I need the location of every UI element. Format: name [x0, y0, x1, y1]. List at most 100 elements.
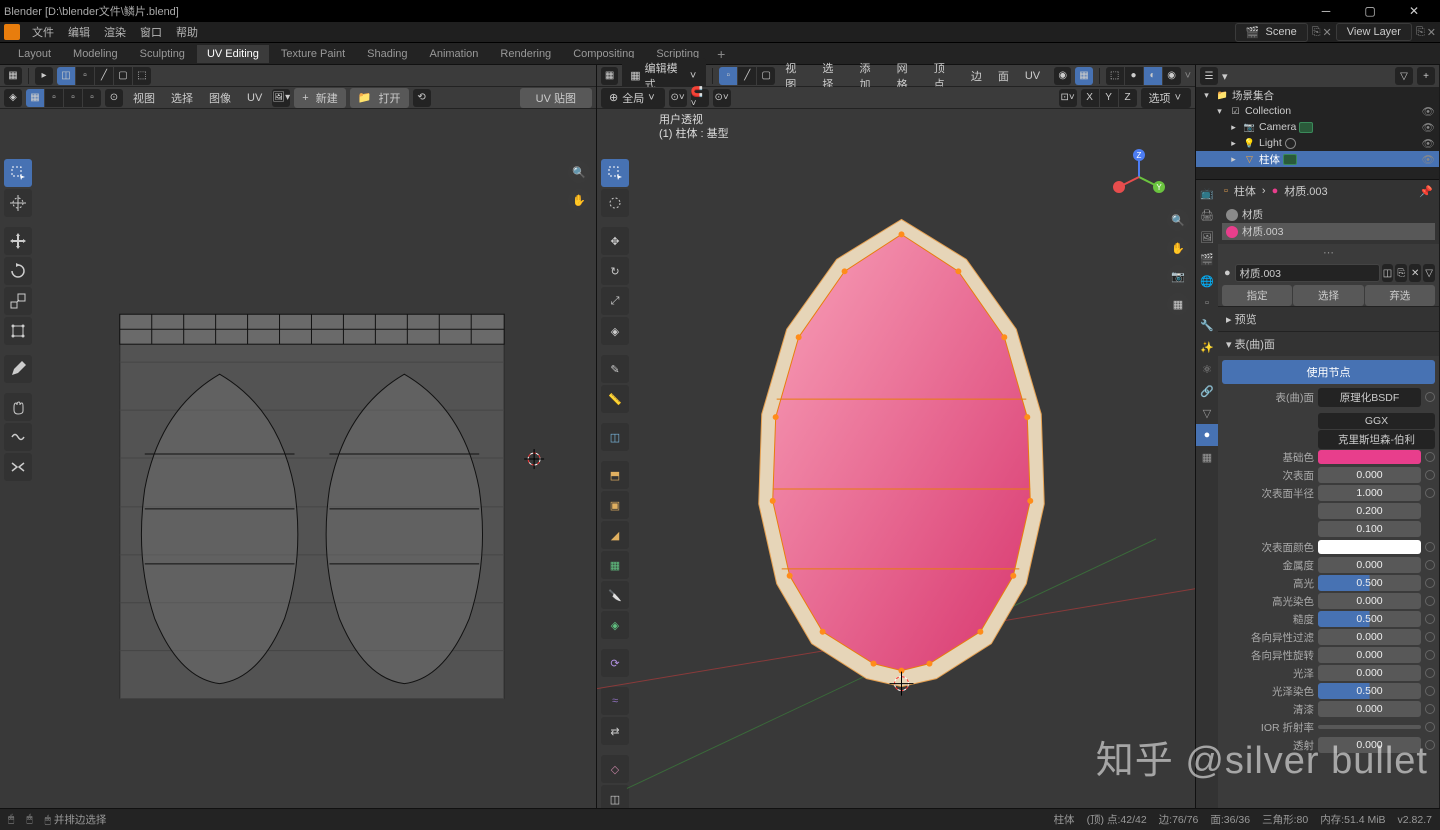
unlink-image-icon[interactable]: ⟲: [413, 89, 431, 107]
pivot-icon[interactable]: ⊙˅: [669, 89, 687, 107]
particle-tab-icon[interactable]: ✨: [1196, 336, 1218, 358]
select-button[interactable]: 选择: [1293, 285, 1363, 306]
menu-help[interactable]: 帮助: [170, 22, 204, 42]
link-dot[interactable]: [1425, 542, 1435, 552]
uv-snap4-icon[interactable]: ▫: [83, 89, 101, 107]
orientation-selector[interactable]: ⊕ 全局 ˅: [601, 88, 665, 108]
outliner-type-icon[interactable]: ☰: [1200, 67, 1218, 85]
render-tab-icon[interactable]: 📺: [1196, 182, 1218, 204]
value-slider[interactable]: 0.000: [1318, 701, 1421, 717]
link-dot[interactable]: [1425, 392, 1435, 402]
editor-type-icon[interactable]: ▦: [601, 67, 618, 85]
ws-sculpting[interactable]: Sculpting: [130, 45, 195, 63]
color-swatch[interactable]: [1318, 450, 1421, 464]
distribution-dropdown[interactable]: GGX: [1318, 413, 1435, 429]
value-slider[interactable]: [1318, 725, 1421, 729]
ws-rendering[interactable]: Rendering: [490, 45, 561, 63]
uv-edge-icon[interactable]: ╱: [95, 67, 113, 85]
gizmo-move-icon[interactable]: X: [1081, 89, 1099, 107]
proportional-edit-icon[interactable]: ⊙˅: [713, 89, 731, 107]
output-tab-icon[interactable]: 🖨: [1196, 204, 1218, 226]
link-dot[interactable]: [1425, 560, 1435, 570]
matprev-shading-icon[interactable]: ◐: [1144, 67, 1162, 85]
new-scene-icon[interactable]: ⎘: [1312, 26, 1321, 39]
uv-pivot-icon[interactable]: ◈: [4, 89, 22, 107]
value-slider[interactable]: 0.000: [1318, 467, 1421, 483]
outliner-row[interactable]: ▸▽柱体👁: [1196, 151, 1439, 167]
uv-menu-select[interactable]: 选择: [165, 88, 199, 108]
deselect-button[interactable]: 弃选: [1365, 285, 1435, 306]
uv-canvas[interactable]: 🔍 ✋: [0, 109, 596, 808]
open-image-button[interactable]: 📁 打开: [350, 88, 409, 108]
xray-toggle-icon[interactable]: ▦: [1075, 67, 1092, 85]
link-dot[interactable]: [1425, 686, 1435, 696]
link-dot[interactable]: [1425, 722, 1435, 732]
world-tab-icon[interactable]: 🌐: [1196, 270, 1218, 292]
uv-proportional-icon[interactable]: ⊙: [105, 89, 123, 107]
value-slider[interactable]: 0.000: [1318, 629, 1421, 645]
value-slider[interactable]: 0.000: [1318, 737, 1421, 753]
ws-uv-editing[interactable]: UV Editing: [197, 45, 269, 63]
texture-tab-icon[interactable]: ▦: [1196, 446, 1218, 468]
menu-render[interactable]: 渲染: [98, 22, 132, 42]
snap-icon[interactable]: 🧲˅: [691, 89, 709, 107]
vertex-select-icon[interactable]: ▫: [719, 67, 737, 85]
uv-menu-image[interactable]: 图像: [203, 88, 237, 108]
material-slot[interactable]: 材质.003: [1222, 223, 1435, 240]
outliner-row[interactable]: ▾☑Collection👁: [1196, 103, 1439, 119]
link-dot[interactable]: [1425, 740, 1435, 750]
mat-new-icon[interactable]: ⎘: [1395, 264, 1407, 282]
gizmo-scale-icon[interactable]: Z: [1119, 89, 1137, 107]
ws-layout[interactable]: Layout: [8, 45, 61, 63]
filter-icon[interactable]: ▽: [1395, 67, 1413, 85]
uv-face-icon[interactable]: ▢: [114, 67, 132, 85]
outliner-row[interactable]: ▸💡Light👁: [1196, 135, 1439, 151]
value-slider[interactable]: 0.000: [1318, 593, 1421, 609]
overlay-toggle-icon[interactable]: ◉: [1054, 67, 1071, 85]
modifier-tab-icon[interactable]: 🔧: [1196, 314, 1218, 336]
uv-sync-icon[interactable]: ◫: [57, 67, 75, 85]
mat-filter-icon[interactable]: ▽: [1423, 264, 1435, 282]
new-image-button[interactable]: + 新建: [294, 88, 345, 108]
options-dropdown[interactable]: 选项 ˅: [1141, 88, 1191, 108]
edge-select-icon[interactable]: ╱: [738, 67, 756, 85]
ws-modeling[interactable]: Modeling: [63, 45, 128, 63]
face-select-icon[interactable]: ▢: [757, 67, 775, 85]
ws-texture-paint[interactable]: Texture Paint: [271, 45, 355, 63]
mesh-display-icon[interactable]: ⊡˅: [1059, 89, 1077, 107]
vp-menu-face[interactable]: 面: [992, 66, 1015, 86]
uv-menu-view[interactable]: 视图: [127, 88, 161, 108]
close-button[interactable]: ✕: [1392, 0, 1436, 22]
physics-tab-icon[interactable]: ⚛: [1196, 358, 1218, 380]
material-name-input[interactable]: [1235, 264, 1380, 282]
link-dot[interactable]: [1425, 632, 1435, 642]
vp-menu-edge[interactable]: 边: [965, 66, 988, 86]
outliner-scene-collection[interactable]: ▾📁场景集合: [1196, 87, 1439, 103]
uv-menu-uv[interactable]: UV: [241, 90, 268, 106]
value-slider[interactable]: 0.100: [1318, 521, 1421, 537]
viewlayer-tab-icon[interactable]: 🖼: [1196, 226, 1218, 248]
value-slider[interactable]: 0.000: [1318, 665, 1421, 681]
value-slider[interactable]: 0.200: [1318, 503, 1421, 519]
color-swatch[interactable]: [1318, 540, 1421, 554]
subsurface-method-dropdown[interactable]: 克里斯坦森-伯利: [1318, 430, 1435, 449]
mat-unlink-icon[interactable]: ✕: [1409, 264, 1421, 282]
editor-type-icon[interactable]: ▦: [4, 67, 22, 85]
link-dot[interactable]: [1425, 668, 1435, 678]
mat-users-icon[interactable]: ◫: [1382, 264, 1394, 282]
cursor-tool-icon[interactable]: ▸: [35, 67, 53, 85]
value-slider[interactable]: 0.500: [1318, 683, 1421, 699]
link-dot[interactable]: [1425, 452, 1435, 462]
uv-snap2-icon[interactable]: ▫: [45, 89, 63, 107]
mesh-tab-icon[interactable]: ▽: [1196, 402, 1218, 424]
uv-map-selector[interactable]: UV 贴图: [520, 88, 592, 108]
delete-scene-icon[interactable]: ✕: [1323, 26, 1332, 39]
view-layer-selector[interactable]: View Layer: [1336, 23, 1412, 41]
uv-snap3-icon[interactable]: ▫: [64, 89, 82, 107]
vp-menu-uv[interactable]: UV: [1019, 68, 1046, 84]
constraint-tab-icon[interactable]: 🔗: [1196, 380, 1218, 402]
material-slot[interactable]: 材质: [1222, 206, 1435, 223]
value-slider[interactable]: 0.000: [1318, 557, 1421, 573]
new-collection-icon[interactable]: +: [1417, 67, 1435, 85]
blender-logo-icon[interactable]: [4, 24, 20, 40]
